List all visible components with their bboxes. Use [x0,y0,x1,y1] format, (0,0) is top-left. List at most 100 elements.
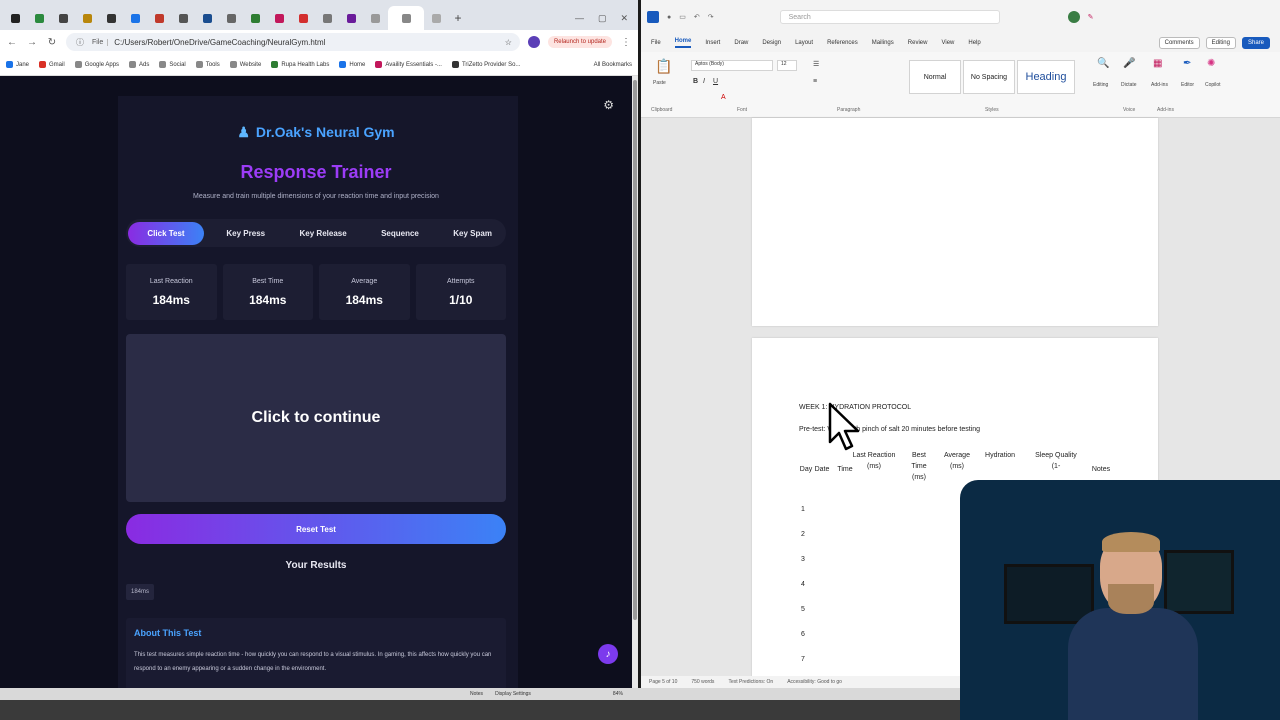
table-row-number[interactable]: 2 [801,531,805,538]
star-icon[interactable]: ☆ [505,38,512,47]
table-header-cell[interactable]: Average (ms) [940,450,974,472]
table-header-cell[interactable]: Hydration [980,450,1020,461]
bold-icon[interactable]: B [693,78,698,85]
music-toggle-button[interactable]: ♪ [598,644,618,664]
back-icon[interactable]: ← [6,37,18,48]
undo-icon[interactable]: ↶ [694,13,700,21]
word-menu-item[interactable]: File [651,40,661,46]
font-color-icon[interactable]: A [721,94,726,101]
close-window-icon[interactable]: ✕ [620,13,628,24]
redo-icon[interactable]: ↷ [708,13,714,21]
forward-icon[interactable]: → [26,37,38,48]
profile-avatar[interactable] [527,36,540,48]
table-row-number[interactable]: 1 [801,506,805,513]
style-no-spacing[interactable]: No Spacing [963,60,1015,94]
mode-tab[interactable]: Click Test [128,221,204,245]
reload-icon[interactable]: ↻ [46,37,58,48]
save-icon[interactable]: ▭ [679,13,686,21]
bookmark-item[interactable]: TriZetto Provider So... [451,61,520,68]
word-search-input[interactable]: Search [779,10,1000,24]
underline-icon[interactable]: U [713,78,718,85]
bookmark-item[interactable]: Website [229,61,261,68]
italic-icon[interactable]: I [703,78,705,85]
word-menu-item[interactable]: Help [968,40,980,46]
browser-tab[interactable] [425,6,448,30]
style-normal[interactable]: Normal [909,60,961,94]
browser-tab[interactable] [76,6,99,30]
browser-tab[interactable] [124,6,147,30]
browser-tab[interactable] [172,6,195,30]
relaunch-button[interactable]: Relaunch to update [547,36,612,48]
copilot-icon[interactable]: ✺ [1207,58,1215,69]
comments-button[interactable]: Comments [1158,37,1200,49]
table-row-number[interactable]: 5 [801,606,805,613]
bookmark-item[interactable]: Gmail [39,61,65,68]
font-name-select[interactable]: Aptos (Body) [691,60,773,71]
taskbar-notes[interactable]: Notes [470,691,483,697]
word-menu-item[interactable]: View [941,40,954,46]
browser-tab[interactable] [244,6,267,30]
browser-tab[interactable] [4,6,27,30]
reaction-test-area[interactable]: Click to continue [126,334,506,502]
browser-tab[interactable] [268,6,291,30]
bookmark-item[interactable]: Tools [195,61,220,68]
browser-tab[interactable] [28,6,51,30]
mode-tab[interactable]: Key Release [288,222,359,245]
table-row-number[interactable]: 7 [801,656,805,663]
find-icon[interactable]: 🔍 [1097,58,1109,69]
word-menu-item[interactable]: Draw [734,40,748,46]
bookmark-item[interactable]: Rupa Health Labs [271,61,329,68]
bookmark-item[interactable]: Ads [129,61,149,68]
bookmark-item[interactable]: Social [159,61,186,68]
table-row-number[interactable]: 4 [801,581,805,588]
browser-tab[interactable] [340,6,363,30]
table-header-cell[interactable]: Last Reaction (ms) [852,450,896,472]
minimize-icon[interactable]: — [575,13,584,23]
table-row-number[interactable]: 6 [801,631,805,638]
all-bookmarks[interactable]: All Bookmarks [594,62,632,68]
doc-pretest[interactable]: Pre-test: Water with pinch of salt 20 mi… [799,426,980,433]
table-header-cell[interactable]: Date [812,464,832,475]
browser-tab[interactable] [388,6,424,30]
new-tab-icon[interactable]: + [449,6,467,30]
info-icon[interactable]: ⓘ [74,37,86,48]
bookmark-item[interactable]: Home [339,61,365,68]
mode-tab[interactable]: Sequence [369,222,431,245]
taskbar-display-settings[interactable]: Display Settings [495,691,531,697]
word-menu-item[interactable]: Review [908,40,928,46]
share-button[interactable]: Share [1241,37,1270,49]
page-scrollbar[interactable] [632,76,638,688]
paste-icon[interactable]: 📋 [655,58,672,75]
browser-tab[interactable] [196,6,219,30]
menu-icon[interactable]: ⋮ [620,37,632,48]
table-header-cell[interactable]: Notes [1088,464,1114,475]
bullets-icon[interactable]: ☰ [813,60,819,68]
browser-tab[interactable] [316,6,339,30]
table-header-cell[interactable]: Day [799,464,813,475]
dictate-icon[interactable]: 🎤 [1123,58,1135,69]
address-bar[interactable]: ⓘ File C:/Users/Robert/OneDrive/GameCoac… [66,33,520,51]
align-icon[interactable]: ≡ [813,78,817,85]
word-menu-item[interactable]: References [827,40,858,46]
bookmark-item[interactable]: Google Apps [74,61,119,68]
browser-tab[interactable] [148,6,171,30]
word-menu-item[interactable]: Insert [705,40,720,46]
bookmark-item[interactable]: Availity Essentials -... [375,61,442,68]
word-menu-item[interactable]: Layout [795,40,813,46]
maximize-icon[interactable]: ▢ [598,13,607,24]
table-header-cell[interactable]: Best Time (ms) [904,450,934,483]
browser-tab[interactable] [364,6,387,30]
reset-test-button[interactable]: Reset Test [126,514,506,544]
editing-mode-button[interactable]: Editing [1205,37,1236,49]
word-menu-item[interactable]: Design [762,40,781,46]
bookmark-item[interactable]: Jane [6,61,29,68]
browser-tab[interactable] [292,6,315,30]
mode-tab[interactable]: Key Spam [441,222,504,245]
browser-tab[interactable] [100,6,123,30]
table-row-number[interactable]: 3 [801,556,805,563]
word-menu-item[interactable]: Home [674,38,692,48]
style-heading[interactable]: Heading [1017,60,1075,94]
mode-tab[interactable]: Key Press [214,222,277,245]
table-header-cell[interactable]: Sleep Quality (1- [1034,450,1078,472]
scrollbar-thumb[interactable] [633,80,637,620]
